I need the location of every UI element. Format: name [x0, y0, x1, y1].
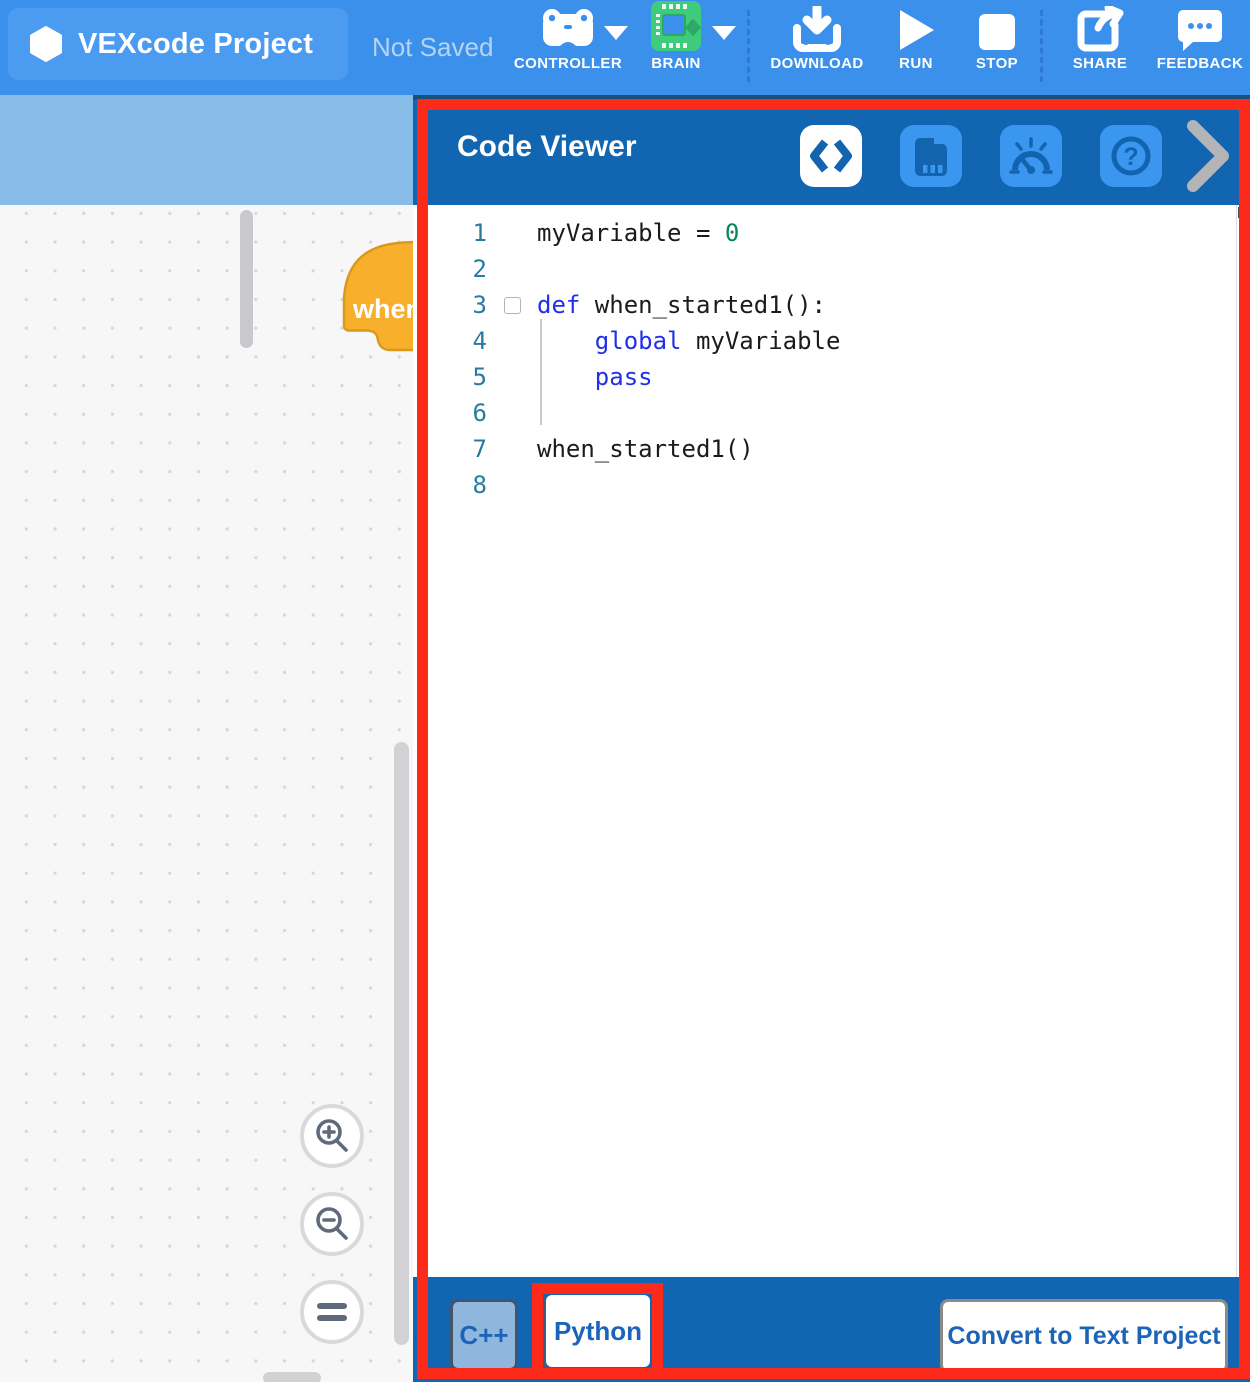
vex-hexagon-logo-icon — [30, 26, 62, 62]
code-line: 6 — [413, 395, 1250, 431]
stop-button[interactable]: STOP — [968, 0, 1026, 95]
block-palette-band — [0, 95, 413, 205]
code-text: myVariable = 0 — [537, 219, 739, 247]
when-started-block[interactable]: when — [340, 238, 418, 365]
line-number: 4 — [413, 327, 487, 355]
project-title: VEXcode Project — [78, 28, 313, 61]
device-info-button[interactable] — [900, 125, 962, 187]
convert-label: Convert to Text Project — [947, 1322, 1220, 1351]
code-text: def when_started1(): — [537, 291, 826, 319]
brain-port-icon — [910, 134, 952, 178]
feedback-label: FEEDBACK — [1157, 55, 1244, 72]
save-status: Not Saved — [372, 0, 493, 95]
share-label: SHARE — [1073, 55, 1128, 72]
question-mark-icon: ? — [1109, 134, 1153, 178]
cpp-language-button[interactable]: C++ — [450, 1299, 518, 1371]
cpp-label: C++ — [459, 1320, 508, 1351]
project-name-button[interactable]: VEXcode Project — [8, 8, 348, 80]
code-line: 5 pass — [413, 359, 1250, 395]
code-viewer-header: Code Viewer — [413, 100, 1250, 205]
top-toolbar: VEXcode Project Not Saved CONTROLLER — [0, 0, 1250, 95]
toolbar-separator — [747, 10, 750, 82]
controller-dropdown-arrow-icon[interactable] — [604, 26, 628, 40]
vexcode-app-window: VEXcode Project Not Saved CONTROLLER — [0, 0, 1250, 1382]
brain-button[interactable]: BRAIN — [640, 0, 712, 95]
when-block-label: when — [353, 294, 422, 325]
download-button[interactable]: DOWNLOAD — [760, 0, 874, 95]
code-viewer-tab-button[interactable] — [800, 125, 862, 187]
download-icon — [791, 0, 843, 52]
help-button[interactable]: ? — [1100, 125, 1162, 187]
line-number: 3 — [413, 291, 487, 319]
line-number: 7 — [413, 435, 487, 463]
brain-dropdown-arrow-icon[interactable] — [712, 26, 736, 40]
line-number: 2 — [413, 255, 487, 283]
feedback-button[interactable]: FEEDBACK — [1150, 0, 1250, 95]
code-line: 2 — [413, 251, 1250, 287]
stop-label: STOP — [976, 55, 1018, 72]
code-lines: 1 myVariable = 0 2 3 def when_started1(): 4 g… — [413, 215, 1250, 503]
python-label: Python — [554, 1316, 642, 1347]
line-number: 5 — [413, 363, 487, 391]
workspace-horizontal-scrollbar[interactable] — [263, 1372, 321, 1382]
code-line: 8 — [413, 467, 1250, 503]
line-number: 1 — [413, 219, 487, 247]
code-line: 1 myVariable = 0 — [413, 215, 1250, 251]
code-viewer-title: Code Viewer — [457, 130, 637, 164]
share-icon — [1076, 0, 1124, 52]
code-brackets-icon — [809, 137, 853, 175]
zoom-reset-icon — [315, 1299, 349, 1325]
code-text: pass — [537, 363, 653, 391]
line-number: 6 — [413, 399, 487, 427]
feedback-icon — [1177, 0, 1223, 52]
code-viewer-footer: C++ Python Convert to Text Project — [413, 1277, 1250, 1382]
code-editor[interactable]: 1 myVariable = 0 2 3 def when_started1(): 4 g… — [413, 205, 1250, 1277]
fold-minus-icon[interactable] — [504, 297, 521, 314]
code-line: 3 def when_started1(): — [413, 287, 1250, 323]
editor-scrollbar-track — [1236, 205, 1237, 1277]
line-number: 8 — [413, 471, 487, 499]
workspace-vertical-scrollbar[interactable] — [394, 742, 409, 1345]
svg-text:?: ? — [1123, 143, 1138, 171]
run-play-icon — [896, 0, 936, 52]
code-viewer-panel: Code Viewer — [413, 95, 1250, 1382]
download-label: DOWNLOAD — [770, 55, 863, 72]
gauge-icon — [1008, 136, 1054, 176]
share-button[interactable]: SHARE — [1066, 0, 1134, 95]
zoom-reset-button[interactable] — [300, 1280, 364, 1344]
indent-guide — [540, 319, 542, 425]
run-button[interactable]: RUN — [888, 0, 944, 95]
controller-icon — [539, 0, 597, 52]
python-language-button[interactable]: Python — [546, 1295, 650, 1367]
palette-scrollbar[interactable] — [240, 210, 253, 348]
zoom-out-button[interactable] — [300, 1192, 364, 1256]
collapse-panel-button[interactable] — [1185, 120, 1233, 197]
monitor-console-button[interactable] — [1000, 125, 1062, 187]
code-line: 4 global myVariable — [413, 323, 1250, 359]
brain-label: BRAIN — [651, 55, 701, 72]
zoom-out-icon — [314, 1206, 350, 1242]
editor-scrollbar-thumb[interactable] — [1238, 207, 1249, 218]
stop-square-icon — [978, 0, 1016, 52]
zoom-in-icon — [314, 1118, 350, 1154]
code-line: 7 when_started1() — [413, 431, 1250, 467]
chevron-right-icon — [1185, 120, 1233, 192]
fold-gutter — [487, 297, 537, 314]
brain-icon — [650, 0, 702, 52]
convert-to-text-project-button[interactable]: Convert to Text Project — [940, 1299, 1228, 1373]
code-text: when_started1() — [537, 435, 754, 463]
zoom-in-button[interactable] — [300, 1104, 364, 1168]
run-label: RUN — [899, 55, 933, 72]
toolbar-separator — [1040, 10, 1043, 82]
code-text: global myVariable — [537, 327, 840, 355]
controller-label: CONTROLLER — [514, 55, 622, 72]
controller-button[interactable]: CONTROLLER — [508, 0, 628, 95]
